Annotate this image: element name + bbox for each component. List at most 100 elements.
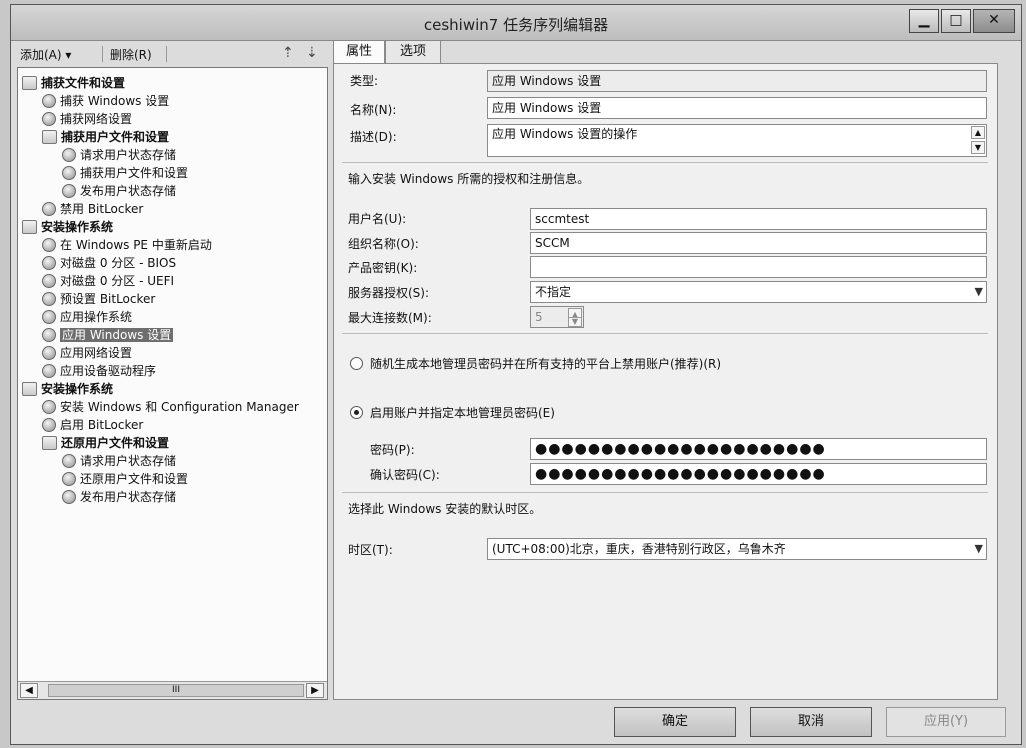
step-check-icon bbox=[42, 346, 56, 360]
username-input[interactable]: sccmtest bbox=[530, 208, 987, 230]
tree-item-label: 捕获用户文件和设置 bbox=[80, 166, 189, 180]
tree-item-label: 在 Windows PE 中重新启动 bbox=[60, 238, 212, 252]
tree-item[interactable]: 对磁盘 0 分区 - UEFI bbox=[42, 272, 174, 290]
organization-input[interactable]: SCCM bbox=[530, 232, 987, 254]
tree-item[interactable]: 请求用户状态存储 bbox=[62, 452, 176, 470]
apply-button[interactable]: 应用(Y) bbox=[886, 707, 1006, 737]
tree-item[interactable]: 发布用户状态存储 bbox=[62, 488, 176, 506]
folder-icon bbox=[22, 76, 37, 90]
remove-button[interactable]: 删除(R) bbox=[110, 46, 152, 63]
tree-item[interactable]: 安装操作系统 bbox=[22, 380, 113, 398]
max-connections-stepper[interactable]: 5 ▲ ▼ bbox=[530, 306, 584, 328]
enable-account-radio[interactable] bbox=[350, 406, 363, 419]
stepper-down-icon[interactable]: ▼ bbox=[568, 317, 582, 327]
minimize-icon: ▁ bbox=[918, 12, 930, 28]
step-check-icon bbox=[42, 328, 56, 342]
timezone-value: (UTC+08:00)北京，重庆，香港特别行政区，乌鲁木齐 bbox=[492, 542, 786, 556]
tree-item[interactable]: 预设置 BitLocker bbox=[42, 290, 155, 308]
tree-item[interactable]: 捕获 Windows 设置 bbox=[42, 92, 169, 110]
tree-item[interactable]: 应用 Windows 设置 bbox=[42, 326, 174, 344]
step-check-icon bbox=[42, 94, 56, 108]
toolbar-divider bbox=[166, 46, 167, 62]
product-key-input[interactable] bbox=[530, 256, 987, 278]
tree-item[interactable]: 启用 BitLocker bbox=[42, 416, 143, 434]
step-check-icon bbox=[62, 166, 76, 180]
name-input[interactable]: 应用 Windows 设置 bbox=[487, 97, 987, 119]
tree-item-label: 捕获网络设置 bbox=[60, 112, 133, 126]
tree-item[interactable]: 捕获用户文件和设置 bbox=[62, 164, 188, 182]
minimize-button[interactable]: ▁ bbox=[909, 9, 939, 33]
scroll-left-icon[interactable]: ◀ bbox=[20, 683, 38, 698]
tree-item-label: 应用设备驱动程序 bbox=[60, 364, 157, 378]
step-check-icon bbox=[62, 148, 76, 162]
tree-item[interactable]: 发布用户状态存储 bbox=[62, 182, 176, 200]
maximize-button[interactable]: □ bbox=[941, 9, 971, 33]
tree-item[interactable]: 禁用 BitLocker bbox=[42, 200, 143, 218]
title-bar[interactable]: ceshiwin7 任务序列编辑器 ▁ □ ✕ bbox=[11, 5, 1021, 41]
tree-item-label: 预设置 BitLocker bbox=[60, 292, 156, 306]
scroll-up-icon[interactable]: ▲ bbox=[971, 126, 985, 139]
tree-item-label: 捕获用户文件和设置 bbox=[61, 130, 170, 144]
username-label: 用户名(U): bbox=[348, 212, 407, 226]
tree-item[interactable]: 安装操作系统 bbox=[22, 218, 113, 236]
license-heading: 输入安装 Windows 所需的授权和注册信息。 bbox=[348, 172, 590, 186]
tree-item[interactable]: 安装 Windows 和 Configuration Manager bbox=[42, 398, 299, 416]
random-password-label[interactable]: 随机生成本地管理员密码并在所有支持的平台上禁用账户(推荐)(R) bbox=[370, 355, 721, 372]
tree-item-label: 捕获文件和设置 bbox=[41, 76, 126, 90]
tree-item-label: 发布用户状态存储 bbox=[80, 490, 177, 504]
tree-item[interactable]: 还原用户文件和设置 bbox=[62, 470, 188, 488]
tree-item[interactable]: 捕获网络设置 bbox=[42, 110, 132, 128]
scroll-right-icon[interactable]: ▶ bbox=[306, 683, 324, 698]
close-icon: ✕ bbox=[988, 12, 1000, 28]
step-check-icon bbox=[62, 472, 76, 486]
tree-item[interactable]: 应用操作系统 bbox=[42, 308, 132, 326]
tab-options[interactable]: 选项 bbox=[385, 40, 441, 64]
type-label: 类型: bbox=[350, 74, 379, 88]
timezone-select[interactable]: (UTC+08:00)北京，重庆，香港特别行政区，乌鲁木齐 ▼ bbox=[487, 538, 987, 560]
step-check-icon bbox=[42, 310, 56, 324]
description-text: 应用 Windows 设置的操作 bbox=[492, 127, 638, 141]
chevron-down-icon: ▼ bbox=[974, 542, 983, 555]
ok-button[interactable]: 确定 bbox=[614, 707, 736, 737]
tree-item-label: 安装操作系统 bbox=[41, 382, 114, 396]
step-check-icon bbox=[62, 454, 76, 468]
tree-item-label: 还原用户文件和设置 bbox=[61, 436, 170, 450]
tree-item[interactable]: 在 Windows PE 中重新启动 bbox=[42, 236, 212, 254]
tree-item[interactable]: 请求用户状态存储 bbox=[62, 146, 176, 164]
close-button[interactable]: ✕ bbox=[973, 9, 1015, 33]
server-license-select[interactable]: 不指定 ▼ bbox=[530, 281, 987, 303]
tree-item[interactable]: 还原用户文件和设置 bbox=[42, 434, 169, 452]
horizontal-scrollbar[interactable]: ◀ III ▶ bbox=[18, 681, 327, 699]
move-up-icon[interactable]: ⇡ bbox=[282, 45, 294, 61]
move-down-icon[interactable]: ⇣ bbox=[306, 45, 318, 61]
confirm-password-input[interactable]: ●●●●●●●●●●●●●●●●●●●●●● bbox=[530, 463, 987, 485]
tree-item[interactable]: 对磁盘 0 分区 - BIOS bbox=[42, 254, 176, 272]
description-textarea[interactable]: 应用 Windows 设置的操作 ▲ ▼ bbox=[487, 124, 987, 157]
step-check-icon bbox=[42, 202, 56, 216]
server-license-value: 不指定 bbox=[535, 285, 572, 299]
tree-item[interactable]: 应用网络设置 bbox=[42, 344, 132, 362]
password-label: 密码(P): bbox=[370, 443, 415, 457]
max-connections-value: 5 bbox=[535, 310, 543, 324]
enable-account-label[interactable]: 启用账户并指定本地管理员密码(E) bbox=[370, 404, 555, 421]
step-check-icon bbox=[42, 418, 56, 432]
tree-item[interactable]: 应用设备驱动程序 bbox=[42, 362, 156, 380]
folder-icon bbox=[22, 220, 37, 234]
tree-item[interactable]: 捕获用户文件和设置 bbox=[42, 128, 169, 146]
window-title: ceshiwin7 任务序列编辑器 bbox=[423, 16, 609, 34]
properties-panel: 类型: 应用 Windows 设置 名称(N): 应用 Windows 设置 描… bbox=[333, 63, 998, 700]
step-check-icon bbox=[42, 274, 56, 288]
step-check-icon bbox=[42, 256, 56, 270]
scroll-thumb[interactable]: III bbox=[48, 684, 304, 697]
tree-item[interactable]: 捕获文件和设置 bbox=[22, 74, 125, 92]
timezone-label: 时区(T): bbox=[348, 543, 393, 557]
cancel-button[interactable]: 取消 bbox=[750, 707, 872, 737]
step-check-icon bbox=[62, 490, 76, 504]
task-sequence-tree[interactable]: 捕获文件和设置 捕获 Windows 设置 捕获网络设置 捕获用户文件和设置 请求用户状… bbox=[17, 67, 328, 700]
scroll-down-icon[interactable]: ▼ bbox=[971, 141, 985, 154]
add-menu-button[interactable]: 添加(A) ▾ bbox=[20, 46, 71, 63]
random-password-radio[interactable] bbox=[350, 357, 363, 370]
toolbar-divider bbox=[102, 46, 103, 62]
step-check-icon bbox=[42, 292, 56, 306]
password-input[interactable]: ●●●●●●●●●●●●●●●●●●●●●● bbox=[530, 438, 987, 460]
